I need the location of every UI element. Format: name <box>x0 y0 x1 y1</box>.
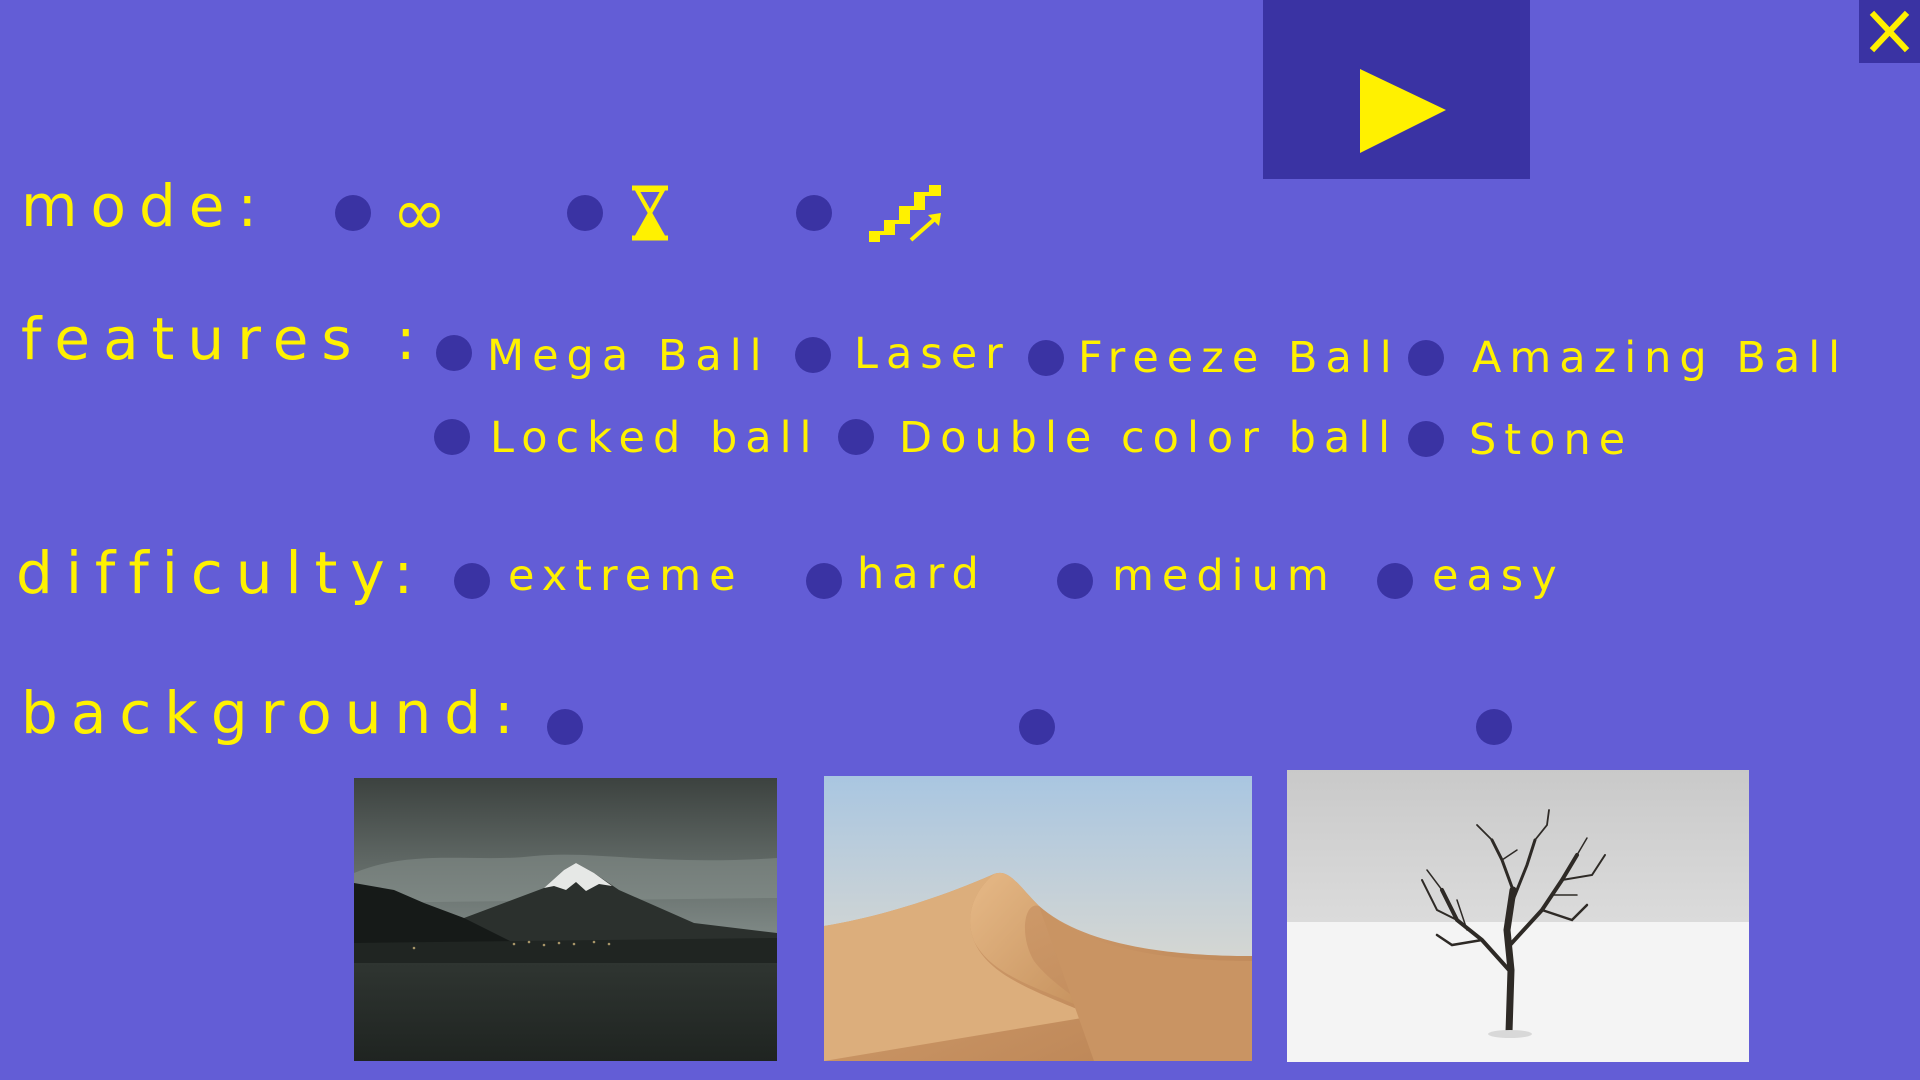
feature-radio-amazing-ball[interactable] <box>1408 340 1444 376</box>
mode-radio-endless[interactable] <box>335 195 371 231</box>
feature-option-locked-ball[interactable]: Locked ball <box>490 417 819 460</box>
mode-radio-levels[interactable] <box>796 195 832 231</box>
difficulty-option-hard[interactable]: hard <box>857 553 987 596</box>
background-radio-mountain[interactable] <box>547 709 583 745</box>
feature-option-stone[interactable]: Stone <box>1469 419 1633 462</box>
stairs-levels-icon[interactable] <box>867 182 943 244</box>
features-label: features : <box>21 305 429 373</box>
mode-label: mode: <box>21 172 271 240</box>
play-icon <box>1360 69 1446 153</box>
feature-option-double-color-ball[interactable]: Double color ball <box>899 417 1398 460</box>
difficulty-radio-hard[interactable] <box>806 563 842 599</box>
play-button[interactable] <box>1263 0 1530 179</box>
difficulty-radio-easy[interactable] <box>1377 563 1413 599</box>
feature-option-freeze-ball[interactable]: Freeze Ball <box>1078 337 1400 380</box>
mode-radio-timed[interactable] <box>567 195 603 231</box>
difficulty-label: difficulty: <box>16 539 427 607</box>
feature-option-laser[interactable]: Laser <box>854 333 1011 376</box>
difficulty-option-extreme[interactable]: extreme <box>508 555 744 598</box>
feature-radio-stone[interactable] <box>1408 421 1444 457</box>
feature-option-amazing-ball[interactable]: Amazing Ball <box>1472 337 1848 380</box>
game-settings-screen: mode: ∞ features : Mega Ball Laser Freez… <box>0 0 1920 1080</box>
infinity-icon[interactable]: ∞ <box>392 180 447 246</box>
difficulty-option-medium[interactable]: medium <box>1112 555 1337 598</box>
difficulty-option-easy[interactable]: easy <box>1432 555 1565 598</box>
background-thumbnail-mountain-lake[interactable] <box>354 778 777 1061</box>
feature-radio-laser[interactable] <box>795 337 831 373</box>
background-label: background: <box>21 679 527 747</box>
feature-radio-double-color-ball[interactable] <box>838 419 874 455</box>
difficulty-radio-extreme[interactable] <box>454 563 490 599</box>
background-thumbnail-desert-dune[interactable] <box>824 776 1252 1061</box>
background-radio-snow[interactable] <box>1476 709 1512 745</box>
close-icon <box>1869 10 1910 53</box>
feature-radio-freeze-ball[interactable] <box>1028 340 1064 376</box>
difficulty-radio-medium[interactable] <box>1057 563 1093 599</box>
feature-option-mega-ball[interactable]: Mega Ball <box>487 335 770 378</box>
hourglass-icon[interactable] <box>628 184 672 242</box>
feature-radio-mega-ball[interactable] <box>436 335 472 371</box>
background-thumbnail-snow-tree[interactable] <box>1287 770 1749 1062</box>
feature-radio-locked-ball[interactable] <box>434 419 470 455</box>
close-button[interactable] <box>1859 0 1920 63</box>
background-radio-desert[interactable] <box>1019 709 1055 745</box>
